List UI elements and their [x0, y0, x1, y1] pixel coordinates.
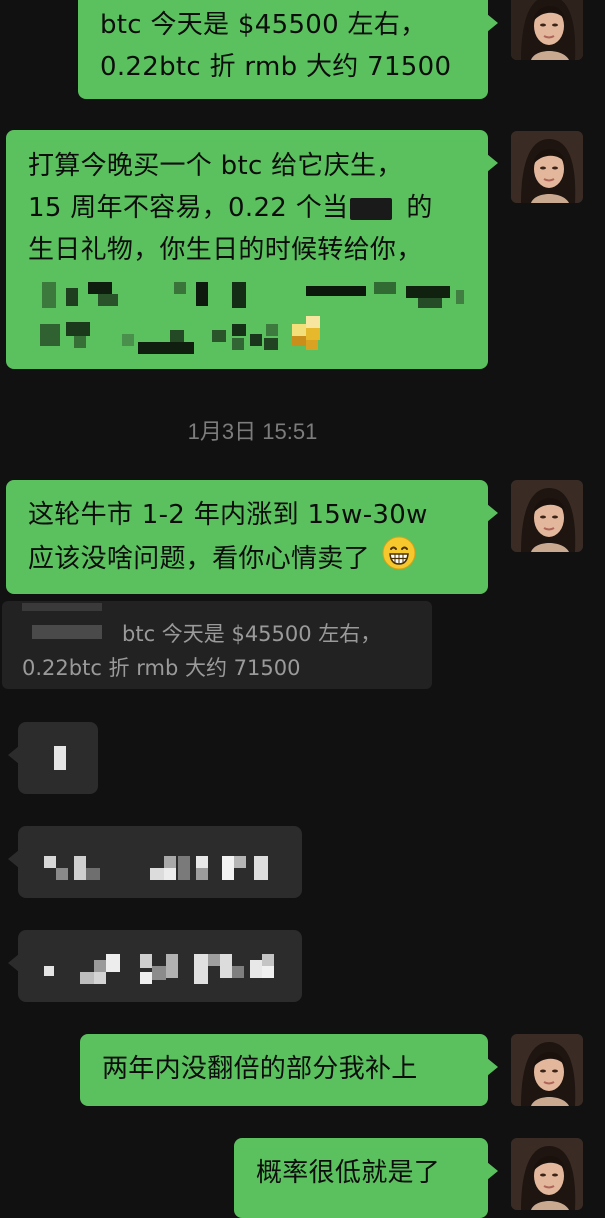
chat-timestamp: 1月3日 15:51: [187, 419, 318, 444]
message-text: 两年内没翻倍的部分我补上: [102, 1054, 418, 1084]
message-text: 概率很低就是了: [256, 1158, 441, 1188]
message-text-fragment: 应该没啥问题，看你心情卖了: [28, 544, 370, 574]
redacted-text: [54, 746, 66, 770]
outgoing-message-bubble[interactable]: 这轮牛市 1-2 年内涨到 15w-30w 应该没啥问题，看你心情卖了: [6, 480, 498, 594]
avatar-image: [511, 1138, 583, 1210]
incoming-message-bubble[interactable]: [8, 722, 98, 794]
quoted-message[interactable]: btc 今天是 $45500 左右， 0.22btc 折 rmb 大约 7150…: [2, 601, 432, 689]
quote-sender-redacted: [22, 603, 102, 611]
avatar[interactable]: [511, 0, 583, 60]
chat-view: btc 今天是 $45500 左右， 0.22btc 折 rmb 大约 7150…: [0, 0, 605, 1218]
outgoing-message-bubble[interactable]: btc 今天是 $45500 左右， 0.22btc 折 rmb 大约 7150…: [78, 0, 498, 99]
avatar-image: [511, 131, 583, 203]
grin-emoji: [382, 536, 416, 583]
avatar[interactable]: [511, 480, 583, 552]
redacted-text: [18, 930, 302, 1002]
avatar[interactable]: [511, 1034, 583, 1106]
avatar[interactable]: [511, 1138, 583, 1210]
avatar-image: [511, 480, 583, 552]
quote-text: 0.22btc 折 rmb 大约 71500: [22, 656, 301, 680]
message-text: 0.22btc 折 rmb 大约 71500: [100, 52, 452, 82]
outgoing-message-bubble[interactable]: 概率很低就是了: [234, 1138, 498, 1218]
outgoing-message-bubble[interactable]: 两年内没翻倍的部分我补上: [80, 1034, 498, 1106]
message-text: 应该没啥问题，看你心情卖了: [28, 536, 488, 583]
outgoing-message-bubble[interactable]: 打算今晚买一个 btc 给它庆生， 15 周年不容易，0.22 个当的 生日礼物…: [6, 130, 498, 369]
incoming-message-bubble[interactable]: [8, 826, 302, 898]
redacted-text: [6, 130, 488, 369]
redacted-text: [18, 826, 302, 898]
quote-sender-redacted: [32, 625, 102, 639]
message-text: 这轮牛市 1-2 年内涨到 15w-30w: [28, 500, 428, 530]
avatar-image: [511, 1034, 583, 1106]
message-text: btc 今天是 $45500 左右，: [100, 10, 427, 40]
incoming-message-bubble[interactable]: [8, 930, 302, 1002]
avatar[interactable]: [511, 131, 583, 203]
avatar-image: [511, 0, 583, 60]
